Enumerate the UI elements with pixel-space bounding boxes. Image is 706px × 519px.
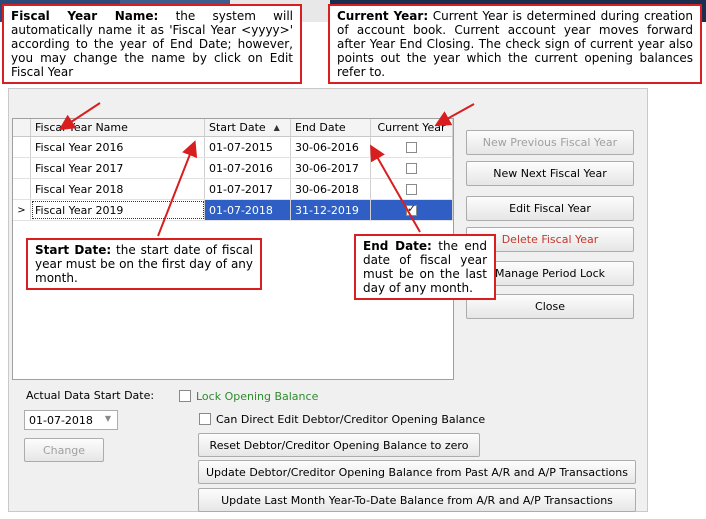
- row-indicator: [13, 158, 31, 178]
- current-year-checkbox[interactable]: [406, 183, 417, 195]
- table-row[interactable]: Fiscal Year 2017 01-07-2016 30-06-2017: [13, 158, 453, 179]
- current-year-checkbox-checked[interactable]: [406, 202, 417, 216]
- cell-start-date: 01-07-2018: [205, 200, 291, 220]
- header-current-year[interactable]: Current Year: [371, 119, 453, 136]
- can-direct-edit-label: Can Direct Edit Debtor/Creditor Opening …: [216, 413, 486, 426]
- callout-start-date: Start Date: the start date of fiscal yea…: [26, 238, 262, 290]
- lock-opening-balance-checkbox[interactable]: [179, 390, 191, 402]
- new-previous-fiscal-year-button[interactable]: New Previous Fiscal Year: [466, 130, 634, 155]
- cell-end-date: 31-12-2019: [291, 200, 371, 220]
- callout-end-date-title: End Date:: [363, 239, 432, 253]
- cell-current-year: [371, 200, 453, 220]
- callout-fiscal-year-name: Fiscal Year Name: the system will automa…: [2, 4, 302, 84]
- current-year-checkbox[interactable]: [406, 141, 417, 153]
- callout-end-date: End Date: the end date of fiscal year mu…: [354, 234, 496, 300]
- sort-ascending-icon: ▲: [273, 123, 280, 132]
- chevron-down-icon[interactable]: ▼: [105, 414, 111, 423]
- actual-data-start-date-select[interactable]: 01-07-2018 ▼: [24, 410, 118, 430]
- table-row[interactable]: Fiscal Year 2016 01-07-2015 30-06-2016: [13, 137, 453, 158]
- cell-end-date: 30-06-2018: [291, 179, 371, 199]
- cell-current-year: [371, 137, 453, 157]
- cell-current-year: [371, 179, 453, 199]
- cell-end-date: 30-06-2017: [291, 158, 371, 178]
- change-button[interactable]: Change: [24, 438, 104, 462]
- cell-start-date: 01-07-2017: [205, 179, 291, 199]
- current-row-indicator-icon: >: [13, 200, 31, 220]
- row-indicator: [13, 179, 31, 199]
- grid-header: Fiscal Year Name Start Date ▲ End Date Cu…: [13, 119, 453, 137]
- actual-data-start-date-value: 01-07-2018: [29, 413, 93, 427]
- header-start-date[interactable]: Start Date ▲: [205, 119, 291, 136]
- row-indicator: [13, 137, 31, 157]
- cell-current-year: [371, 158, 453, 178]
- callout-current-year: Current Year: Current Year is determined…: [328, 4, 702, 84]
- header-end-date[interactable]: End Date: [291, 119, 371, 136]
- callout-fiscal-year-name-title: Fiscal Year Name:: [11, 9, 159, 23]
- cell-start-date: 01-07-2015: [205, 137, 291, 157]
- row-indicator-header: [13, 119, 31, 136]
- lock-opening-balance-label: Lock Opening Balance: [196, 390, 319, 403]
- table-row[interactable]: Fiscal Year 2018 01-07-2017 30-06-2018: [13, 179, 453, 200]
- callout-start-date-title: Start Date:: [35, 243, 112, 257]
- cell-end-date: 30-06-2016: [291, 137, 371, 157]
- can-direct-edit-checkbox[interactable]: [199, 413, 211, 425]
- cell-name: Fiscal Year 2017: [31, 158, 205, 178]
- callout-current-year-title: Current Year:: [337, 9, 429, 23]
- update-opening-balance-past-button[interactable]: Update Debtor/Creditor Opening Balance f…: [198, 460, 636, 484]
- cell-start-date: 01-07-2016: [205, 158, 291, 178]
- current-year-checkbox[interactable]: [406, 162, 417, 174]
- new-next-fiscal-year-button[interactable]: New Next Fiscal Year: [466, 161, 634, 186]
- cell-name: Fiscal Year 2016: [31, 137, 205, 157]
- reset-opening-balance-button[interactable]: Reset Debtor/Creditor Opening Balance to…: [198, 433, 480, 457]
- edit-fiscal-year-button[interactable]: Edit Fiscal Year: [466, 196, 634, 221]
- cell-name: Fiscal Year 2019: [31, 200, 205, 220]
- actual-data-start-date-label: Actual Data Start Date:: [26, 389, 155, 402]
- header-fiscal-year-name[interactable]: Fiscal Year Name: [31, 119, 205, 136]
- cell-name: Fiscal Year 2018: [31, 179, 205, 199]
- update-ytd-balance-button[interactable]: Update Last Month Year-To-Date Balance f…: [198, 488, 636, 512]
- table-row-selected[interactable]: > Fiscal Year 2019 01-07-2018 31-12-2019: [13, 200, 453, 221]
